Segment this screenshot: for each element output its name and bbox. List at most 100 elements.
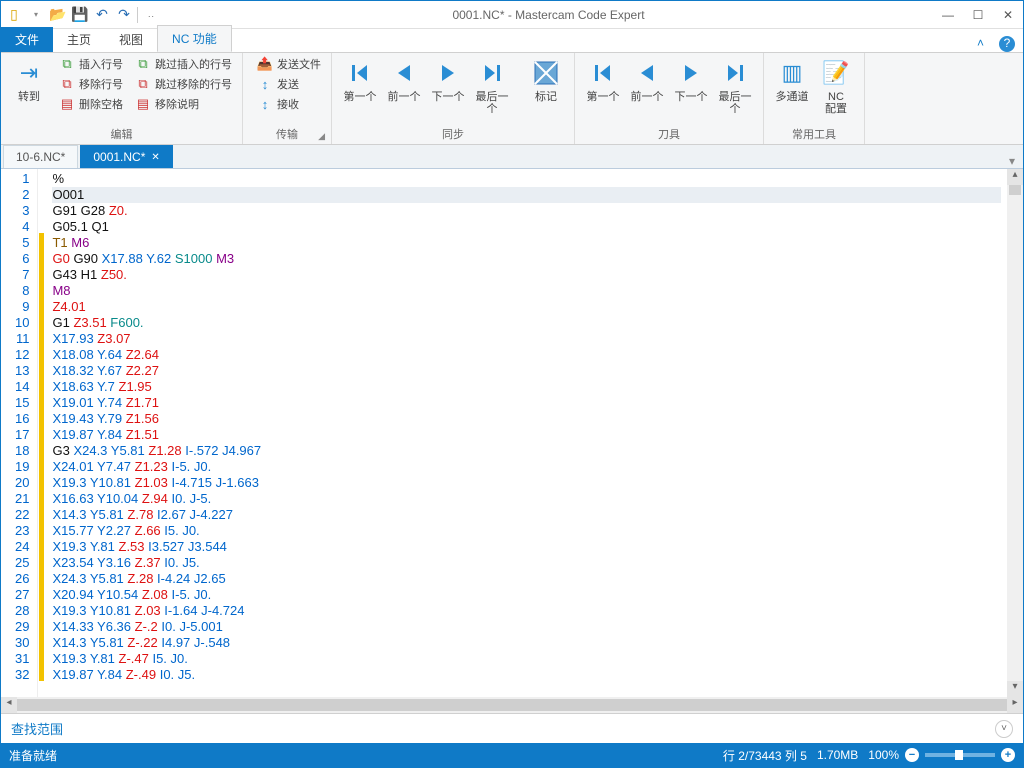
qat-more-icon[interactable]: ‥ [142, 6, 160, 24]
tool-last-button[interactable]: 最后一个 [713, 55, 757, 117]
code-line[interactable]: X24.3 Y5.81 Z.28 I-4.24 J2.65 [52, 571, 1001, 587]
new-file-icon[interactable]: ▯ [5, 6, 23, 24]
code-line[interactable]: G0 G90 X17.88 Y.62 S1000 M3 [52, 251, 1001, 267]
doc-tab-inactive[interactable]: 10-6.NC* [3, 145, 78, 168]
code-line[interactable]: X15.77 Y2.27 Z.66 I5. J0. [52, 523, 1001, 539]
change-marker [39, 377, 44, 393]
zoom-slider[interactable] [925, 753, 995, 757]
tool-next-button[interactable]: 下一个 [669, 55, 713, 105]
remove-line-button[interactable]: ⧉移除行号 [55, 75, 127, 93]
code-line[interactable]: G05.1 Q1 [52, 219, 1001, 235]
change-marker [39, 409, 44, 425]
code-editor[interactable]: %O001G91 G28 Z0.G05.1 Q1T1 M6G0 G90 X17.… [46, 169, 1007, 697]
send-file-button[interactable]: 📤发送文件 [253, 55, 325, 73]
code-line[interactable]: X14.3 Y5.81 Z-.22 I4.97 J-.548 [52, 635, 1001, 651]
remove-comment-button[interactable]: ▤移除说明 [131, 95, 236, 113]
change-marker [39, 297, 44, 313]
doc-tabs-dropdown-icon[interactable]: ▾ [1001, 154, 1023, 168]
code-line[interactable]: G3 X24.3 Y5.81 Z1.28 I-.572 J4.967 [52, 443, 1001, 459]
sync-prev-button[interactable]: 前一个 [382, 55, 426, 105]
nav-last-icon [476, 57, 508, 89]
tab-home[interactable]: 主页 [53, 27, 105, 52]
code-line[interactable]: G91 G28 Z0. [52, 203, 1001, 219]
zoom-handle[interactable] [955, 750, 963, 760]
skip-insert-button[interactable]: ⧉跳过插入的行号 [131, 55, 236, 73]
scroll-right-icon[interactable]: ▸ [1007, 697, 1023, 713]
vertical-scrollbar[interactable]: ▴ ▾ [1007, 169, 1023, 697]
redo-icon[interactable]: ↷ [115, 6, 133, 24]
receive-button[interactable]: ↕接收 [253, 95, 325, 113]
scroll-track[interactable] [1007, 185, 1023, 681]
change-marker [39, 345, 44, 361]
mark-button[interactable]: 标记 [524, 55, 568, 105]
scroll-up-icon[interactable]: ▴ [1007, 169, 1023, 185]
remove-blank-button[interactable]: ▤删除空格 [55, 95, 127, 113]
tab-file[interactable]: 文件 [1, 27, 53, 52]
scroll-left-icon[interactable]: ◂ [1, 697, 17, 713]
close-tab-icon[interactable]: ✕ [151, 152, 159, 163]
change-marker [39, 601, 44, 617]
code-line[interactable]: X19.87 Y.84 Z1.51 [52, 427, 1001, 443]
tool-prev-button[interactable]: 前一个 [625, 55, 669, 105]
save-icon[interactable]: 💾 [71, 6, 89, 24]
maximize-button[interactable]: ☐ [963, 3, 993, 27]
code-line[interactable]: X19.3 Y10.81 Z.03 I-1.64 J-4.724 [52, 603, 1001, 619]
undo-icon[interactable]: ↶ [93, 6, 111, 24]
tool-first-button[interactable]: 第一个 [581, 55, 625, 105]
tab-nc[interactable]: NC 功能 [157, 25, 232, 52]
nav-next-icon [675, 57, 707, 89]
code-line[interactable]: X19.01 Y.74 Z1.71 [52, 395, 1001, 411]
dialog-launcher-icon[interactable]: ◢ [318, 131, 325, 142]
code-line[interactable]: X23.54 Y3.16 Z.37 I0. J5. [52, 555, 1001, 571]
ribbon-collapse-icon[interactable]: ˄ [977, 36, 993, 52]
code-line[interactable]: Z4.01 [52, 299, 1001, 315]
code-line[interactable]: X14.3 Y5.81 Z.78 I2.67 J-4.227 [52, 507, 1001, 523]
code-line[interactable]: X18.32 Y.67 Z2.27 [52, 363, 1001, 379]
code-line[interactable]: X14.33 Y6.36 Z-.2 I0. J-5.001 [52, 619, 1001, 635]
tab-view[interactable]: 视图 [105, 27, 157, 52]
scroll-thumb-h[interactable] [17, 699, 1007, 711]
code-line[interactable]: X18.08 Y.64 Z2.64 [52, 347, 1001, 363]
code-line[interactable]: M8 [52, 283, 1001, 299]
code-line[interactable]: X19.87 Y.84 Z-.49 I0. J5. [52, 667, 1001, 683]
code-line[interactable]: X17.93 Z3.07 [52, 331, 1001, 347]
qat-dropdown-icon[interactable]: ▾ [27, 6, 45, 24]
code-line[interactable]: T1 M6 [52, 235, 1001, 251]
code-line[interactable]: G43 H1 Z50. [52, 267, 1001, 283]
chevron-down-icon[interactable]: ˅ [995, 720, 1013, 738]
code-line[interactable]: X24.01 Y7.47 Z1.23 I-5. J0. [52, 459, 1001, 475]
help-icon[interactable]: ? [999, 36, 1015, 52]
multichannel-button[interactable]: ▥多通道 [770, 55, 814, 105]
code-line[interactable]: X19.3 Y.81 Z.53 I3.527 J3.544 [52, 539, 1001, 555]
skip-remove-button[interactable]: ⧉跳过移除的行号 [131, 75, 236, 93]
code-line[interactable]: X19.3 Y10.81 Z1.03 I-4.715 J-1.663 [52, 475, 1001, 491]
code-line[interactable]: X16.63 Y10.04 Z.94 I0. J-5. [52, 491, 1001, 507]
scroll-down-icon[interactable]: ▾ [1007, 681, 1023, 697]
code-line[interactable]: X19.3 Y.81 Z-.47 I5. J0. [52, 651, 1001, 667]
sync-next-button[interactable]: 下一个 [426, 55, 470, 105]
sync-last-button[interactable]: 最后一个 [470, 55, 514, 117]
open-icon[interactable]: 📂 [49, 6, 67, 24]
sync-first-button[interactable]: 第一个 [338, 55, 382, 105]
nc-config-button[interactable]: 📝NC 配置 [814, 55, 858, 117]
close-button[interactable]: ✕ [993, 3, 1023, 27]
send-button[interactable]: ↕发送 [253, 75, 325, 93]
horizontal-scrollbar[interactable]: ◂ ▸ [1, 697, 1023, 713]
goto-button[interactable]: ⇥ 转到 [7, 55, 51, 105]
group-label-tool: 刀具 [581, 124, 757, 144]
code-line[interactable]: % [52, 171, 1001, 187]
zoom-in-button[interactable]: + [1001, 748, 1015, 762]
scroll-thumb[interactable] [1009, 185, 1021, 195]
code-line[interactable]: X18.63 Y.7 Z1.95 [52, 379, 1001, 395]
code-line[interactable]: X19.43 Y.79 Z1.56 [52, 411, 1001, 427]
group-label-edit: 编辑 [7, 124, 236, 144]
minimize-button[interactable]: — [933, 3, 963, 27]
code-line[interactable]: G1 Z3.51 F600. [52, 315, 1001, 331]
scroll-track-h[interactable] [17, 697, 1007, 713]
change-marker [39, 265, 44, 281]
code-line[interactable]: X20.94 Y10.54 Z.08 I-5. J0. [52, 587, 1001, 603]
code-line[interactable]: O001 [52, 187, 1001, 203]
zoom-out-button[interactable]: − [905, 748, 919, 762]
doc-tab-active[interactable]: 0001.NC*✕ [80, 145, 172, 168]
insert-line-button[interactable]: ⧉插入行号 [55, 55, 127, 73]
